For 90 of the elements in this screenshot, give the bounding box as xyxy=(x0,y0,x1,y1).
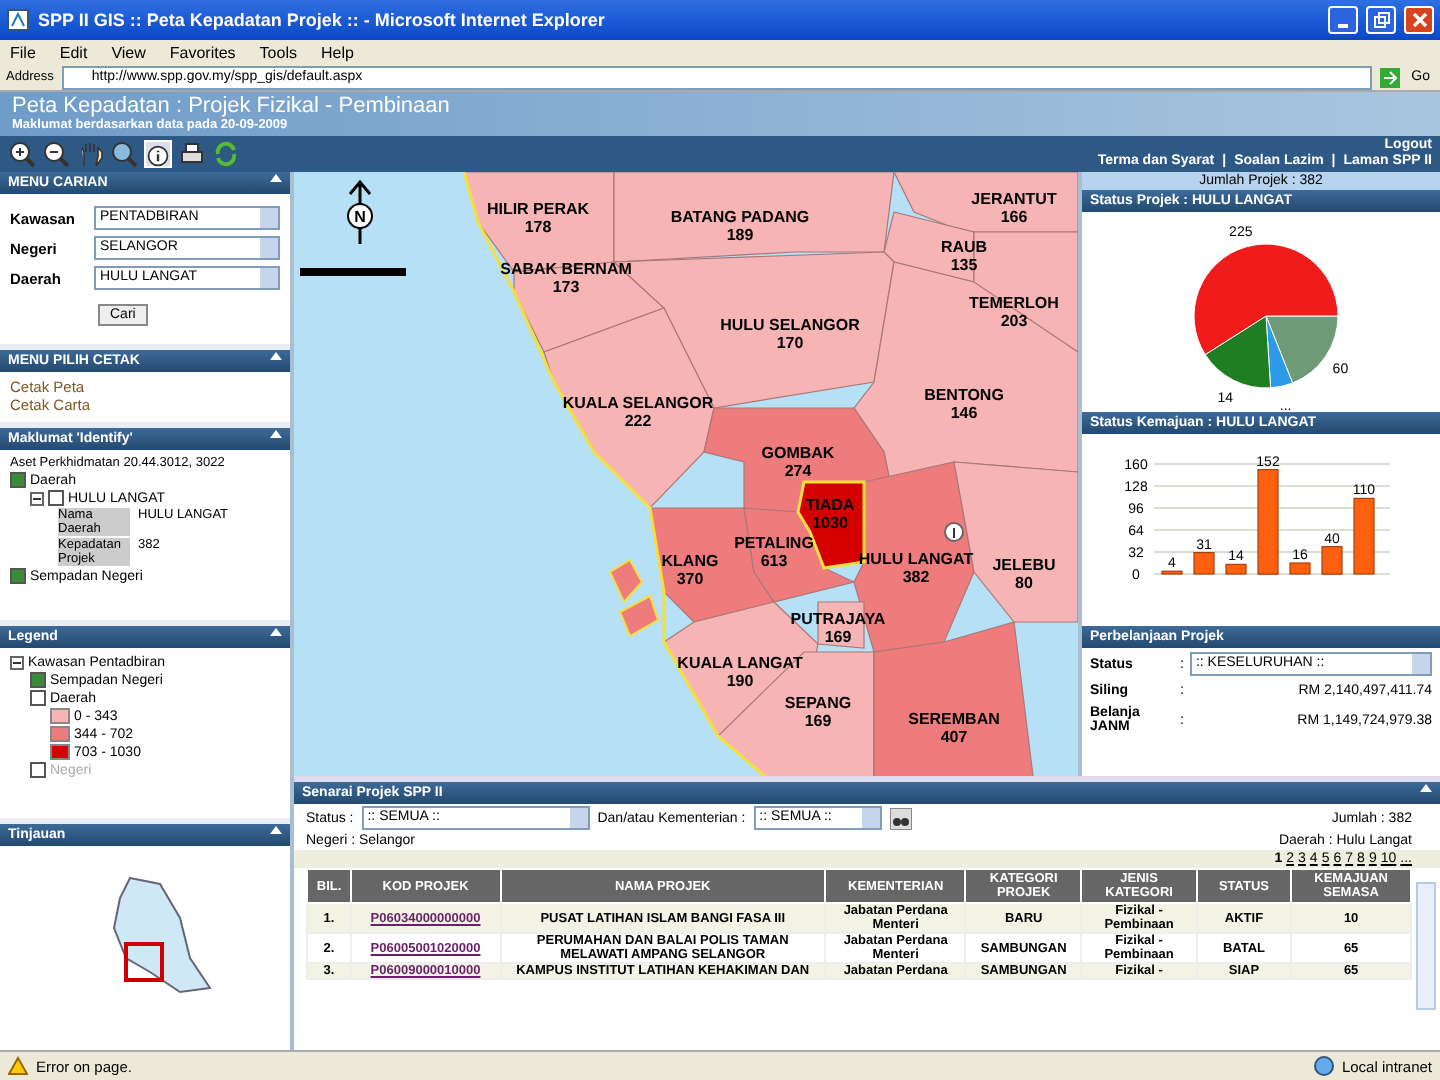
collapse-icon[interactable] xyxy=(270,350,282,362)
menu-item[interactable]: File xyxy=(10,43,36,61)
district-value: 166 xyxy=(1000,208,1028,226)
globe-icon xyxy=(1313,1056,1334,1076)
district-name: SABAK BERNAM xyxy=(500,260,632,278)
checkbox[interactable] xyxy=(30,690,46,706)
district-name: GOMBAK xyxy=(761,444,835,462)
district-value: 135 xyxy=(950,256,978,274)
bar xyxy=(1225,563,1247,575)
collapse-node-icon[interactable] xyxy=(30,491,44,505)
district-value: 203 xyxy=(1000,312,1028,330)
district-value: 382 xyxy=(902,568,930,586)
scale-bar xyxy=(300,268,406,276)
district-value: 173 xyxy=(552,278,580,296)
menu-item[interactable]: View xyxy=(111,43,146,61)
district-value: 274 xyxy=(784,462,812,480)
district-value: 370 xyxy=(676,570,704,588)
close-icon xyxy=(1411,12,1427,28)
district-value: 190 xyxy=(726,672,754,690)
warning-icon xyxy=(8,1056,28,1076)
district-value: 146 xyxy=(950,404,978,422)
district-value: 80 xyxy=(1015,574,1033,592)
island-drawing xyxy=(608,558,660,638)
district-value: 222 xyxy=(624,412,652,430)
collapse-icon[interactable] xyxy=(270,824,282,836)
window-title: SPP II GIS :: Peta Kepadatan Projek :: - Microsoft Internet Explorer xyxy=(38,10,607,30)
tool-button[interactable] xyxy=(42,140,70,168)
menu-item[interactable]: Favorites xyxy=(169,43,236,61)
district-name: KUALA SELANGOR xyxy=(562,394,714,412)
district-name: HULU LANGAT xyxy=(858,550,974,568)
district-name: KLANG xyxy=(661,552,719,570)
minimize-button[interactable] xyxy=(1328,6,1358,34)
district-name: JELEBU xyxy=(992,556,1056,574)
district-name: PETALING xyxy=(734,534,814,552)
district-value: 169 xyxy=(804,712,832,730)
district-name: SEPANG xyxy=(784,694,852,712)
page-title: Peta Kepadatan : Projek Fizikal - Pembinaan xyxy=(12,96,452,118)
close-button[interactable] xyxy=(1404,6,1434,34)
restore-icon xyxy=(1373,12,1389,28)
district-name: TEMERLOH xyxy=(969,294,1059,312)
tool-button[interactable] xyxy=(144,140,172,168)
zoom-out-icon xyxy=(42,140,70,168)
district-name: PUTRAJAYA xyxy=(790,610,886,628)
collapse-icon[interactable] xyxy=(270,428,282,440)
bar xyxy=(1257,469,1279,575)
collapse-icon[interactable] xyxy=(1420,782,1432,794)
district-value: 407 xyxy=(940,728,968,746)
collapse-node-icon[interactable] xyxy=(10,656,24,670)
bar xyxy=(1321,546,1343,575)
maximize-button[interactable] xyxy=(1366,6,1396,34)
district-value: 178 xyxy=(524,218,552,236)
collapse-icon[interactable] xyxy=(270,626,282,638)
checkbox[interactable] xyxy=(10,568,26,584)
info-icon xyxy=(146,142,170,170)
browser-icon xyxy=(6,8,30,32)
district-name: TIADA xyxy=(805,496,855,514)
tool-button[interactable] xyxy=(110,140,138,168)
binoculars-icon[interactable] xyxy=(889,807,912,829)
globe-zoom-icon xyxy=(110,140,138,168)
district-name: SEREMBAN xyxy=(908,710,1000,728)
district-name: HILIR PERAK xyxy=(486,200,590,218)
district-value: 613 xyxy=(760,552,788,570)
district-value: 169 xyxy=(824,628,852,646)
district-value: 170 xyxy=(776,334,804,352)
district-value: 1030 xyxy=(812,514,848,532)
scrollbar[interactable] xyxy=(1416,882,1436,1010)
tool-button[interactable] xyxy=(8,140,36,168)
bar xyxy=(1353,497,1375,575)
checkbox[interactable] xyxy=(30,672,46,688)
bar xyxy=(1193,552,1215,575)
district-name: BENTONG xyxy=(924,386,1004,404)
district-name: BATANG PADANG xyxy=(670,208,810,226)
district-name: HULU SELANGOR xyxy=(720,316,860,334)
menu-item[interactable]: Tools xyxy=(259,43,297,61)
district-value: 189 xyxy=(726,226,754,244)
tool-button[interactable] xyxy=(178,140,206,168)
zoom-in-icon xyxy=(8,140,36,168)
bar xyxy=(1161,570,1183,575)
map-drawing[interactable] xyxy=(294,172,1078,776)
bar xyxy=(1289,562,1311,575)
menu-item[interactable]: Help xyxy=(320,43,354,61)
checkbox[interactable] xyxy=(48,490,64,506)
checkbox[interactable] xyxy=(10,472,26,488)
menu-item[interactable]: Edit xyxy=(59,43,88,61)
district-name: JERANTUT xyxy=(971,190,1057,208)
district-name: RAUB xyxy=(940,238,988,256)
go-arrow-icon xyxy=(1379,67,1400,87)
refresh-icon xyxy=(212,140,240,168)
printer-icon xyxy=(178,140,206,168)
district-name: KUALA LANGAT xyxy=(677,654,803,672)
